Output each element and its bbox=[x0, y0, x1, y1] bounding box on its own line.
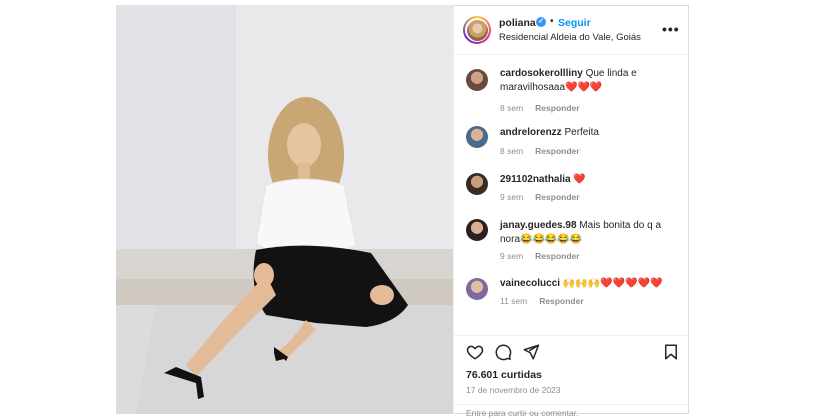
verified-badge-icon: ✓ bbox=[536, 17, 546, 27]
comment-time: 8 sem bbox=[500, 103, 524, 113]
comment-username[interactable]: andrelorenzz bbox=[500, 127, 562, 138]
reply-button[interactable]: Responder bbox=[535, 146, 579, 156]
comment-meta: 8 sem Responder bbox=[500, 146, 580, 156]
send-icon[interactable] bbox=[522, 343, 540, 361]
reply-button[interactable]: Responder bbox=[539, 296, 583, 306]
comment-time: 8 sem bbox=[500, 146, 524, 156]
comment-time: 11 sem bbox=[500, 296, 528, 306]
commenter-avatar[interactable] bbox=[466, 69, 488, 91]
comment-username[interactable]: janay.guedes.98 bbox=[500, 220, 577, 231]
comment-text: 291102nathalia ❤️ bbox=[500, 173, 680, 187]
commenter-avatar[interactable] bbox=[466, 219, 488, 241]
comment-body: ❤️ bbox=[570, 174, 586, 185]
post-header: poliana ✓ • Seguir Residencial Aldeia do… bbox=[454, 5, 690, 55]
action-bar-divider bbox=[454, 335, 690, 365]
comment-meta: 11 sem Responder bbox=[500, 296, 584, 306]
comment-text: vainecolucci 🙌🙌🙌❤️❤️❤️❤️❤️ bbox=[500, 277, 680, 291]
more-options-icon[interactable]: ••• bbox=[662, 21, 680, 37]
author-username[interactable]: poliana bbox=[499, 17, 536, 29]
comment-username[interactable]: cardosokerollliny bbox=[500, 68, 583, 79]
post-location[interactable]: Residencial Aldeia do Vale, Goiás bbox=[499, 32, 641, 43]
comment-meta: 9 sem Responder bbox=[500, 192, 580, 202]
reply-button[interactable]: Responder bbox=[535, 192, 579, 202]
comment-text: janay.guedes.98 Mais bonita do q a nora😂… bbox=[500, 219, 680, 247]
login-to-comment-text[interactable]: Entre para curtir ou comentar. bbox=[466, 408, 578, 418]
heart-icon[interactable] bbox=[466, 343, 484, 361]
comment-text: cardosokerollliny Que linda e maravilhos… bbox=[500, 67, 680, 95]
commenter-avatar[interactable] bbox=[466, 173, 488, 195]
likes-count[interactable]: 76.601 curtidas bbox=[466, 369, 542, 381]
commenter-avatar[interactable] bbox=[466, 126, 488, 148]
follow-button[interactable]: Seguir bbox=[558, 17, 591, 29]
separator-dot: • bbox=[550, 16, 554, 27]
post-side-panel: poliana ✓ • Seguir Residencial Aldeia do… bbox=[453, 5, 690, 418]
post-date: 17 de novembro de 2023 bbox=[466, 385, 561, 395]
reply-button[interactable]: Responder bbox=[535, 251, 579, 261]
comment-body: 🙌🙌🙌❤️❤️❤️❤️❤️ bbox=[560, 278, 663, 289]
post-photo[interactable] bbox=[116, 5, 453, 414]
comment-time: 9 sem bbox=[500, 251, 524, 261]
comment-body: Perfeita bbox=[561, 127, 599, 138]
comment-icon[interactable] bbox=[494, 343, 512, 361]
author-avatar[interactable] bbox=[463, 16, 491, 44]
comment-username[interactable]: vainecolucci bbox=[500, 278, 560, 289]
reply-button[interactable]: Responder bbox=[535, 103, 579, 113]
comment-meta: 8 sem Responder bbox=[500, 103, 580, 113]
commenter-avatar[interactable] bbox=[466, 278, 488, 300]
bookmark-icon[interactable] bbox=[662, 343, 680, 361]
footer-divider bbox=[454, 404, 690, 405]
comment-username[interactable]: 291102nathalia bbox=[500, 174, 571, 185]
comment-meta: 9 sem Responder bbox=[500, 251, 580, 261]
comment-text: andrelorenzz Perfeita bbox=[500, 126, 680, 140]
photo-illustration bbox=[116, 5, 453, 414]
comment-time: 9 sem bbox=[500, 192, 524, 202]
